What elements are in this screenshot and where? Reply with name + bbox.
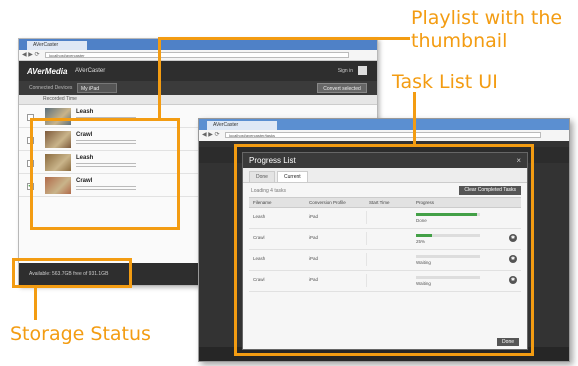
list-item-title: Leash <box>76 109 94 115</box>
device-toolbar: Connected Devices My iPad Convert select… <box>19 81 377 96</box>
playlist-highlight-box <box>30 118 180 230</box>
storage-callout-label: Storage Status <box>10 323 151 345</box>
front-url-input[interactable]: localhost/avercaster/tasks <box>225 132 541 138</box>
front-nav-buttons-icon[interactable]: ◀ ▶ ⟳ <box>202 131 220 138</box>
device-select[interactable]: My iPad <box>77 83 117 93</box>
menu-icon[interactable] <box>358 66 367 75</box>
device-label: Connected Devices <box>29 85 73 91</box>
storage-callout-line <box>34 288 37 320</box>
playlist-callout-label-1: Playlist with the <box>411 7 563 29</box>
playlist-header: Recorded Time <box>19 95 377 105</box>
front-browser-tab[interactable]: AVerCaster <box>207 121 277 130</box>
app-name: AVerCaster <box>75 68 106 74</box>
sign-in-link[interactable]: Sign in <box>338 68 353 74</box>
tasklist-callout-line <box>413 92 416 145</box>
playlist-callout-label-2: thumbnail <box>411 30 508 52</box>
playlist-callout-line <box>158 37 410 40</box>
back-tab-bar: AVerCaster <box>19 39 377 50</box>
tasklist-highlight-box <box>234 144 534 356</box>
playlist-callout-drop <box>158 37 161 119</box>
tasklist-callout-label: Task List UI <box>392 71 498 93</box>
nav-buttons-icon[interactable]: ◀ ▶ ⟳ <box>22 51 40 58</box>
brand-logo: AVerMedia <box>27 67 68 76</box>
front-tab-bar: AVerCaster <box>199 119 569 130</box>
back-url-input[interactable]: localhost/avercaster <box>45 52 349 58</box>
app-header: AVerMedia AVerCaster Sign in <box>19 61 377 81</box>
convert-button[interactable]: Convert selected <box>317 83 367 93</box>
back-address-bar: ◀ ▶ ⟳ localhost/avercaster <box>19 50 377 61</box>
back-browser-tab[interactable]: AVerCaster <box>27 41 87 50</box>
storage-highlight-box <box>12 258 132 288</box>
